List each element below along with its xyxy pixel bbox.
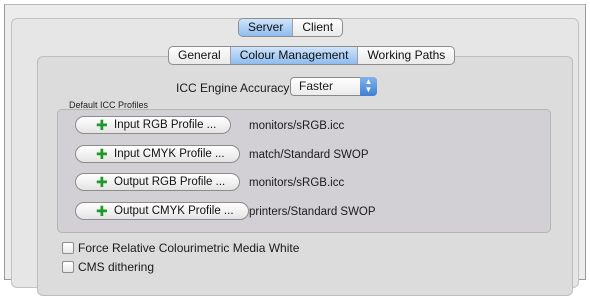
input-rgb-profile-button[interactable]: ✚ Input RGB Profile ... [75, 116, 232, 134]
icc-engine-accuracy-value: Faster [299, 79, 334, 93]
preferences-window: Server Client General Colour Management … [4, 4, 586, 296]
plus-icon: ✚ [96, 174, 108, 190]
sub-tab-bar: General Colour Management Working Paths [168, 46, 456, 65]
tab-general[interactable]: General [169, 47, 231, 64]
input-rgb-profile-button-label: Input RGB Profile ... [114, 119, 217, 131]
cms-dithering-checkbox[interactable] [62, 261, 74, 273]
tab-working-paths[interactable]: Working Paths [358, 47, 454, 64]
input-cmyk-profile-button-label: Input CMYK Profile ... [114, 148, 225, 160]
input-cmyk-profile-button[interactable]: ✚ Input CMYK Profile ... [75, 145, 240, 163]
output-cmyk-profile-button-label: Output CMYK Profile ... [114, 205, 234, 217]
output-rgb-profile-value: monitors/sRGB.icc [249, 177, 345, 189]
plus-icon: ✚ [96, 146, 108, 162]
plus-icon: ✚ [96, 203, 108, 219]
plus-icon: ✚ [96, 117, 108, 133]
output-cmyk-profile-value: printers/Standard SWOP [249, 206, 376, 218]
tab-colour-management[interactable]: Colour Management [230, 47, 359, 64]
force-relative-colourimetric-label: Force Relative Colourimetric Media White [78, 241, 300, 255]
output-rgb-profile-button-label: Output RGB Profile ... [114, 176, 226, 188]
tab-client[interactable]: Client [293, 19, 342, 36]
cms-dithering-label: CMS dithering [78, 260, 155, 274]
output-cmyk-profile-button[interactable]: ✚ Output CMYK Profile ... [75, 202, 249, 220]
input-rgb-profile-value: monitors/sRGB.icc [249, 120, 345, 132]
force-relative-colourimetric-option[interactable]: Force Relative Colourimetric Media White [62, 241, 299, 255]
input-cmyk-profile-value: match/Standard SWOP [249, 149, 369, 161]
icc-engine-accuracy-popup[interactable]: Faster ▲ ▼ [290, 77, 377, 96]
popup-arrows-icon: ▲ ▼ [360, 77, 377, 96]
cms-dithering-option[interactable]: CMS dithering [62, 260, 154, 274]
force-relative-colourimetric-checkbox[interactable] [62, 242, 74, 254]
tab-server[interactable]: Server [239, 19, 294, 36]
icc-engine-accuracy-label: ICC Engine Accuracy: [176, 81, 293, 95]
top-tab-bar: Server Client [238, 18, 344, 37]
output-rgb-profile-button[interactable]: ✚ Output RGB Profile ... [75, 173, 241, 191]
